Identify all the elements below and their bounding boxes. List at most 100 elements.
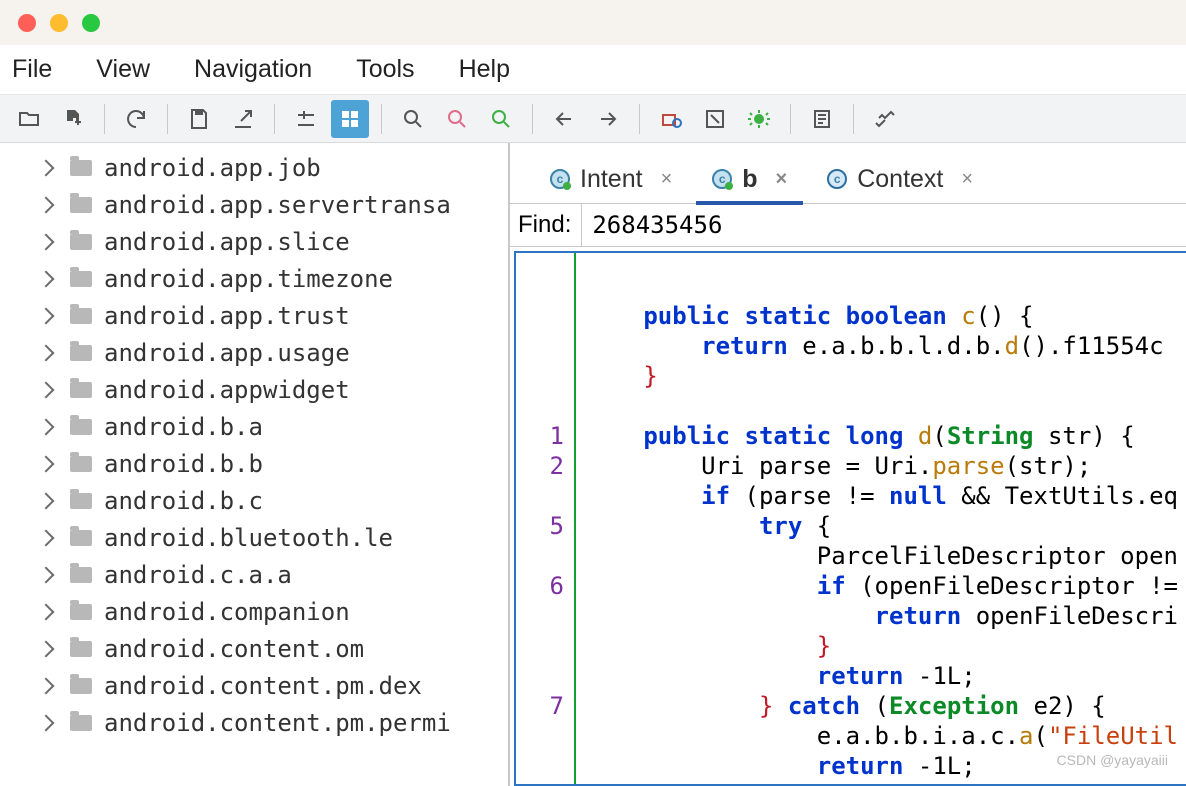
class-icon: c — [712, 169, 732, 189]
window-maximize-button[interactable] — [82, 14, 100, 32]
tree-item[interactable]: android.c.a.a — [0, 556, 508, 593]
window-titlebar — [0, 0, 1186, 45]
log-icon[interactable] — [803, 100, 841, 138]
menu-navigation[interactable]: Navigation — [194, 55, 312, 84]
tree-item[interactable]: android.app.servertransa — [0, 186, 508, 223]
folder-icon — [70, 530, 92, 546]
quark-icon[interactable] — [696, 100, 734, 138]
tree-item[interactable]: android.content.pm.dex — [0, 667, 508, 704]
folder-icon — [70, 234, 92, 250]
tree-collapse-icon[interactable] — [287, 100, 325, 138]
folder-icon — [70, 715, 92, 731]
tab-label: Intent — [580, 165, 643, 194]
tree-item[interactable]: android.companion — [0, 593, 508, 630]
chevron-right-icon — [38, 381, 55, 398]
chevron-right-icon — [38, 270, 55, 287]
watermark: CSDN @yayayaiii — [1057, 752, 1168, 768]
tree-label: android.appwidget — [104, 376, 350, 404]
menu-help[interactable]: Help — [459, 55, 510, 84]
window-close-button[interactable] — [18, 14, 36, 32]
class-icon: c — [550, 169, 570, 189]
tree-item[interactable]: android.b.a — [0, 408, 508, 445]
chevron-right-icon — [38, 677, 55, 694]
window-minimize-button[interactable] — [50, 14, 68, 32]
package-tree[interactable]: android.app.job android.app.servertransa a… — [0, 143, 510, 786]
find-input[interactable] — [581, 204, 1186, 246]
debug-icon[interactable] — [740, 100, 778, 138]
tree-label: android.companion — [104, 598, 350, 626]
tab-b[interactable]: c b × — [702, 155, 797, 203]
tree-label: android.app.servertransa — [104, 191, 451, 219]
forward-icon[interactable] — [589, 100, 627, 138]
menu-view[interactable]: View — [96, 55, 150, 84]
toolbar — [0, 95, 1186, 143]
tab-context[interactable]: c Context × — [817, 155, 983, 203]
folder-icon — [70, 271, 92, 287]
find-bar: Find: — [510, 203, 1186, 247]
search-icon[interactable] — [394, 100, 432, 138]
tab-label: b — [742, 165, 757, 194]
chevron-right-icon — [38, 603, 55, 620]
tree-item[interactable]: android.b.c — [0, 482, 508, 519]
folder-icon — [70, 641, 92, 657]
tree-label: android.app.job — [104, 154, 321, 182]
chevron-right-icon — [38, 529, 55, 546]
close-icon[interactable]: × — [661, 168, 673, 191]
folder-icon — [70, 308, 92, 324]
chevron-right-icon — [38, 196, 55, 213]
tree-label: android.app.timezone — [104, 265, 393, 293]
find-label: Find: — [510, 211, 581, 239]
tree-item[interactable]: android.bluetooth.le — [0, 519, 508, 556]
code-editor[interactable]: 12567 public static boolean c() { return… — [514, 251, 1186, 786]
tab-intent[interactable]: c Intent × — [540, 155, 682, 203]
code-content[interactable]: public static boolean c() { return e.a.b… — [576, 253, 1186, 784]
folder-icon — [70, 456, 92, 472]
close-icon[interactable]: × — [776, 168, 788, 191]
tree-item[interactable]: android.app.timezone — [0, 260, 508, 297]
tree-item[interactable]: android.b.b — [0, 445, 508, 482]
tree-label: android.bluetooth.le — [104, 524, 393, 552]
tree-label: android.b.a — [104, 413, 263, 441]
chevron-right-icon — [38, 492, 55, 509]
refresh-icon[interactable] — [117, 100, 155, 138]
chevron-right-icon — [38, 233, 55, 250]
folder-icon — [70, 382, 92, 398]
chevron-right-icon — [38, 640, 55, 657]
folder-icon — [70, 493, 92, 509]
folder-icon — [70, 678, 92, 694]
open-icon[interactable] — [10, 100, 48, 138]
tree-item[interactable]: android.content.om — [0, 630, 508, 667]
export-icon[interactable] — [224, 100, 262, 138]
menu-file[interactable]: File — [12, 55, 52, 84]
add-file-icon[interactable] — [54, 100, 92, 138]
deobfuscate-icon[interactable] — [652, 100, 690, 138]
search-usage-icon[interactable] — [482, 100, 520, 138]
chevron-right-icon — [38, 455, 55, 472]
close-icon[interactable]: × — [961, 168, 973, 191]
tree-label: android.b.b — [104, 450, 263, 478]
tree-label: android.content.pm.permi — [104, 709, 451, 737]
tree-label: android.app.slice — [104, 228, 350, 256]
tree-label: android.content.om — [104, 635, 364, 663]
chevron-right-icon — [38, 418, 55, 435]
gutter: 12567 — [516, 253, 576, 784]
back-icon[interactable] — [545, 100, 583, 138]
tree-item[interactable]: android.app.slice — [0, 223, 508, 260]
folder-icon — [70, 419, 92, 435]
class-icon: c — [827, 169, 847, 189]
search-class-icon[interactable] — [438, 100, 476, 138]
folder-icon — [70, 604, 92, 620]
flat-packages-icon[interactable] — [331, 100, 369, 138]
tree-item[interactable]: android.app.job — [0, 149, 508, 186]
editor-tabs: c Intent × c b × c Context × — [510, 143, 1186, 203]
tree-item[interactable]: android.app.trust — [0, 297, 508, 334]
folder-icon — [70, 567, 92, 583]
tree-item[interactable]: android.content.pm.permi — [0, 704, 508, 741]
save-icon[interactable] — [180, 100, 218, 138]
menu-bar: File View Navigation Tools Help — [0, 45, 1186, 95]
menu-tools[interactable]: Tools — [356, 55, 414, 84]
tree-label: android.app.usage — [104, 339, 350, 367]
tree-item[interactable]: android.app.usage — [0, 334, 508, 371]
settings-icon[interactable] — [866, 100, 904, 138]
tree-item[interactable]: android.appwidget — [0, 371, 508, 408]
